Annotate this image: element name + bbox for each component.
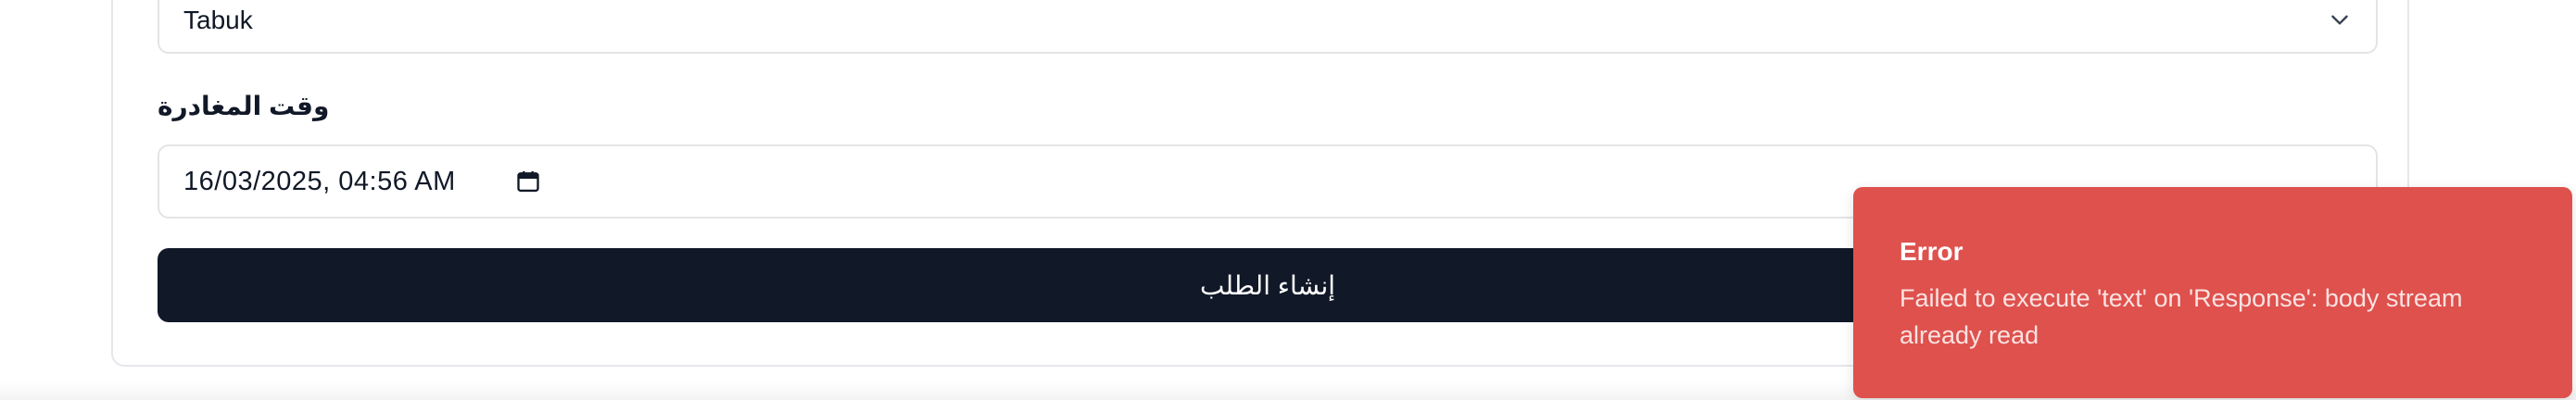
- toast-title: Error: [1900, 237, 1964, 266]
- calendar-icon[interactable]: [515, 169, 541, 194]
- departure-time-label: وقت المغادرة: [158, 92, 330, 120]
- departure-time-value: 16/03/2025, 04:56 AM: [183, 167, 456, 196]
- chevron-down-icon: [2331, 15, 2348, 25]
- toast-message: Failed to execute 'text' on 'Response': …: [1900, 284, 2463, 349]
- city-select-value: Tabuk: [183, 6, 253, 34]
- city-select[interactable]: Tabuk: [158, 0, 2378, 54]
- error-toast[interactable]: Error Failed to execute 'text' on 'Respo…: [1853, 187, 2572, 398]
- page: Tabuk وقت المغادرة 16/03/2025, 04:56 AM …: [0, 0, 2576, 400]
